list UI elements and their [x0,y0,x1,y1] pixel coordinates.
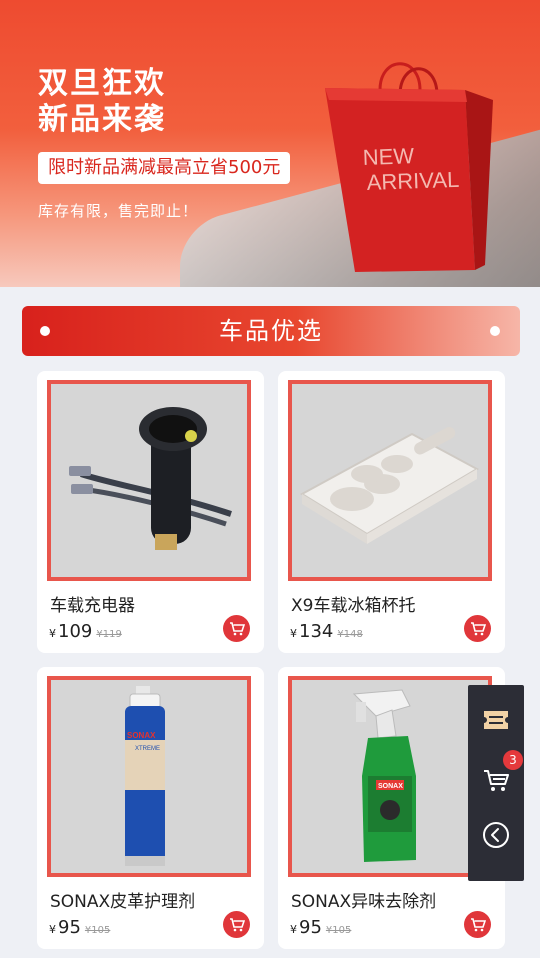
shopping-bag-illustration: NEW ARRIVAL [325,62,493,272]
promo-banner[interactable]: 双旦狂欢 新品来袭 限时新品满减最高立省500元 库存有限，售完即止！ NEW … [0,0,540,287]
product-image[interactable]: SONAX [288,676,492,877]
coupon-icon [484,711,508,729]
original-price: ¥105 [84,925,111,936]
product-image[interactable]: SONAX XTREME [47,676,251,877]
cart-icon [470,917,486,931]
banner-note: 库存有限，售完即止！ [38,202,199,220]
product-price: ¥134 ¥148 [290,621,363,642]
coupon-button[interactable] [468,690,524,750]
price-value: 134 [299,621,334,642]
price-value: 95 [299,917,322,938]
original-price: ¥119 [96,629,122,640]
currency-symbol: ¥ [290,923,297,936]
add-to-cart-button[interactable] [223,615,250,642]
price-value: 109 [58,621,93,642]
cart-icon [484,770,509,791]
product-price: ¥95 ¥105 [290,917,351,938]
product-image[interactable] [288,380,492,581]
promo-pill: 限时新品满减最高立省500元 [38,152,291,184]
price-value: 95 [58,917,81,938]
currency-symbol: ¥ [290,627,297,640]
product-name[interactable]: X9车载冰箱杯托 [291,591,415,616]
xtreme-label: XTREME [135,746,160,752]
sonax-label: SONAX [378,783,403,790]
product-name[interactable]: SONAX异味去除剂 [291,887,436,912]
product-card[interactable]: X9车载冰箱杯托 ¥134 ¥148 [278,371,505,653]
product-card[interactable]: SONAX XTREME SONAX皮革护理剂 ¥95 ¥105 [37,667,264,949]
add-to-cart-button[interactable] [223,911,250,938]
section-header: 车品优选 [22,306,520,356]
product-price: ¥109 ¥119 [49,621,122,642]
bag-text-arrival: ARRIVAL [366,167,459,195]
banner-title-line1: 双旦狂欢 [38,66,166,101]
floating-sidebar: 3 [468,685,524,881]
product-name[interactable]: 车载充电器 [50,591,135,616]
section-title: 车品优选 [219,317,323,345]
sonax-spray-can-image: SONAX XTREME [125,686,165,866]
cart-icon [229,917,245,931]
cart-icon [229,621,245,635]
currency-symbol: ¥ [49,923,56,936]
product-price: ¥95 ¥105 [49,917,110,938]
original-price: ¥148 [337,629,363,640]
product-card[interactable]: 车载充电器 ¥109 ¥119 [37,371,264,653]
add-to-cart-button[interactable] [464,911,491,938]
banner-title-line2: 新品来袭 [38,102,166,137]
bag-text-new: NEW [362,143,414,170]
back-button[interactable] [468,805,524,865]
banner-title: 双旦狂欢 新品来袭 [38,66,166,138]
currency-symbol: ¥ [49,627,56,640]
cup-holder-tray-image [300,426,480,544]
original-price: ¥105 [325,925,352,936]
product-image[interactable] [47,380,251,581]
sonax-spray-bottle-image: SONAX [352,689,416,862]
cart-count-badge: 3 [503,750,523,770]
car-charger-image [69,407,232,550]
cart-icon [470,621,486,635]
add-to-cart-button[interactable] [464,615,491,642]
product-name[interactable]: SONAX皮革护理剂 [50,887,195,912]
sonax-label: SONAX [127,731,156,740]
section-dot-right [490,326,500,336]
chevron-left-circle-icon [483,822,509,848]
